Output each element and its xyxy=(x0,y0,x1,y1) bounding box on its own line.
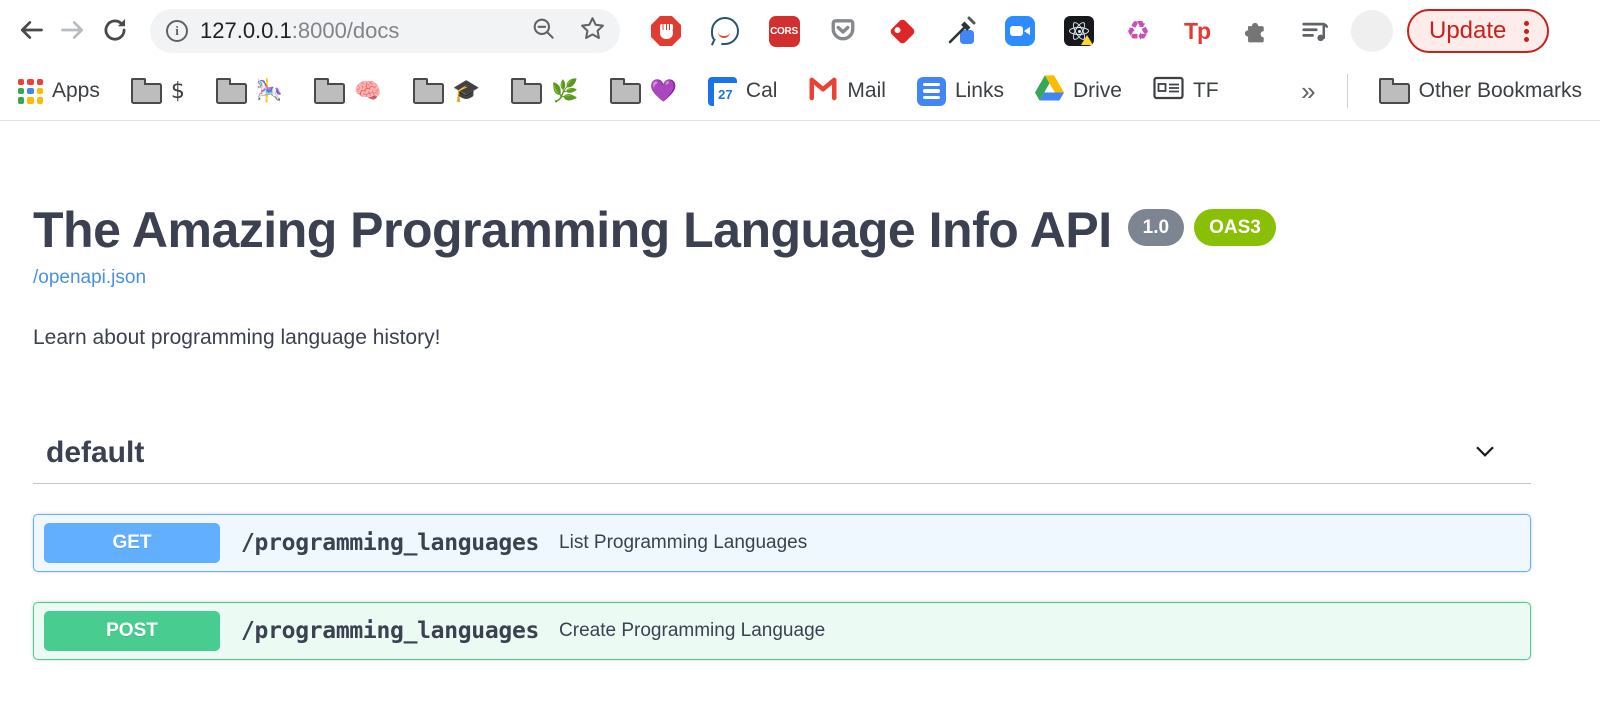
bookmarks-overflow-button[interactable]: » xyxy=(1301,76,1315,107)
pocket-icon[interactable] xyxy=(827,15,859,47)
oas3-badge: OAS3 xyxy=(1194,209,1276,246)
bookmark-folder-herb[interactable]: 🌿 xyxy=(511,79,578,104)
forward-icon xyxy=(59,16,87,47)
reload-icon xyxy=(101,16,129,47)
page-info-icon[interactable]: i xyxy=(166,20,188,42)
folder-icon xyxy=(1379,83,1410,104)
calendar-icon: 27 xyxy=(708,77,737,106)
update-button[interactable]: Update xyxy=(1407,9,1549,53)
tp-extension-icon[interactable]: Tp xyxy=(1181,15,1213,47)
bookmarks-bar: Apps $ 🎠 🧠 🎓 🌿 💜 27 Cal xyxy=(0,62,1600,121)
version-badge: 1.0 xyxy=(1128,209,1184,246)
folder-icon xyxy=(131,83,162,104)
opblock-post-programming-languages[interactable]: POST /programming_languages Create Progr… xyxy=(33,602,1531,660)
bookmark-drive[interactable]: Drive xyxy=(1035,75,1122,107)
red-diamond-share-icon[interactable] xyxy=(886,15,918,47)
api-description: Learn about programming language history… xyxy=(33,326,1531,350)
chat-bubble-icon[interactable] xyxy=(709,15,741,47)
folder-icon xyxy=(413,83,444,104)
opblock-get-programming-languages[interactable]: GET /programming_languages List Programm… xyxy=(33,514,1531,572)
collapse-section-button[interactable] xyxy=(1469,435,1501,470)
update-label: Update xyxy=(1429,17,1506,45)
url-text: 127.0.0.1:8000/docs xyxy=(200,18,531,44)
endpoint-path: /programming_languages xyxy=(241,530,539,556)
links-icon xyxy=(917,77,946,106)
overflow-chevron-icon: » xyxy=(1301,76,1315,107)
api-title-row: The Amazing Programming Language Info AP… xyxy=(33,203,1531,258)
color-eyedropper-icon[interactable] xyxy=(945,15,977,47)
page-title: The Amazing Programming Language Info AP… xyxy=(33,203,1112,258)
bookmark-folder-dollar[interactable]: $ xyxy=(131,79,185,104)
endpoint-summary: Create Programming Language xyxy=(559,620,825,642)
music-playlist-icon[interactable] xyxy=(1299,15,1331,47)
browser-menu-kebab-icon[interactable] xyxy=(1524,29,1529,34)
extensions-row: CORS ♻ Tp xyxy=(650,15,1331,47)
zoom-out-icon[interactable] xyxy=(531,16,557,47)
puzzle-extensions-icon[interactable] xyxy=(1240,15,1272,47)
reload-button[interactable] xyxy=(94,10,136,52)
method-badge: GET xyxy=(44,523,220,563)
other-bookmarks-button[interactable]: Other Bookmarks xyxy=(1379,79,1582,104)
react-devtools-icon[interactable] xyxy=(1063,15,1095,47)
swagger-page: The Amazing Programming Language Info AP… xyxy=(0,121,1600,660)
adblock-icon[interactable] xyxy=(650,15,682,47)
drive-icon xyxy=(1035,75,1064,107)
bookmark-folder-brain[interactable]: 🧠 xyxy=(314,79,381,104)
apps-grid-icon xyxy=(18,79,43,104)
profile-avatar[interactable] xyxy=(1351,10,1393,52)
cors-extension-icon[interactable]: CORS xyxy=(768,15,800,47)
back-icon xyxy=(17,16,45,47)
tf-card-icon xyxy=(1153,76,1184,106)
apps-shortcut[interactable]: Apps xyxy=(18,79,100,104)
address-bar[interactable]: i 127.0.0.1:8000/docs xyxy=(150,9,620,53)
back-button[interactable] xyxy=(10,10,52,52)
endpoint-path: /programming_languages xyxy=(241,618,539,644)
bookmark-folder-purple-heart[interactable]: 💜 xyxy=(610,79,677,104)
tag-header[interactable]: default xyxy=(33,422,1531,484)
bookmark-tf[interactable]: TF xyxy=(1153,76,1219,106)
openapi-json-link[interactable]: /openapi.json xyxy=(33,267,146,289)
forward-button[interactable] xyxy=(52,10,94,52)
tag-section-default: default GET /programming_languages List … xyxy=(33,422,1531,660)
gmail-icon xyxy=(808,75,838,107)
browser-window: i 127.0.0.1:8000/docs CORS ♻ xyxy=(0,0,1600,660)
tag-name: default xyxy=(46,436,144,470)
chevron-down-icon xyxy=(1469,435,1501,470)
recycle-flower-icon[interactable]: ♻ xyxy=(1122,15,1154,47)
bookmark-star-icon[interactable] xyxy=(579,15,606,47)
bookmark-folder-carousel[interactable]: 🎠 xyxy=(216,79,283,104)
bookmark-links[interactable]: Links xyxy=(917,77,1004,106)
bookmarks-divider xyxy=(1347,74,1348,108)
browser-toolbar: i 127.0.0.1:8000/docs CORS ♻ xyxy=(0,0,1600,62)
zoom-camera-icon[interactable] xyxy=(1004,15,1036,47)
bookmark-folder-graduation[interactable]: 🎓 xyxy=(413,79,480,104)
bookmark-calendar[interactable]: 27 Cal xyxy=(708,77,778,106)
folder-icon xyxy=(511,83,542,104)
endpoint-summary: List Programming Languages xyxy=(559,532,807,554)
folder-icon xyxy=(610,83,641,104)
method-badge: POST xyxy=(44,611,220,651)
folder-icon xyxy=(314,83,345,104)
folder-icon xyxy=(216,83,247,104)
bookmark-mail[interactable]: Mail xyxy=(808,75,886,107)
